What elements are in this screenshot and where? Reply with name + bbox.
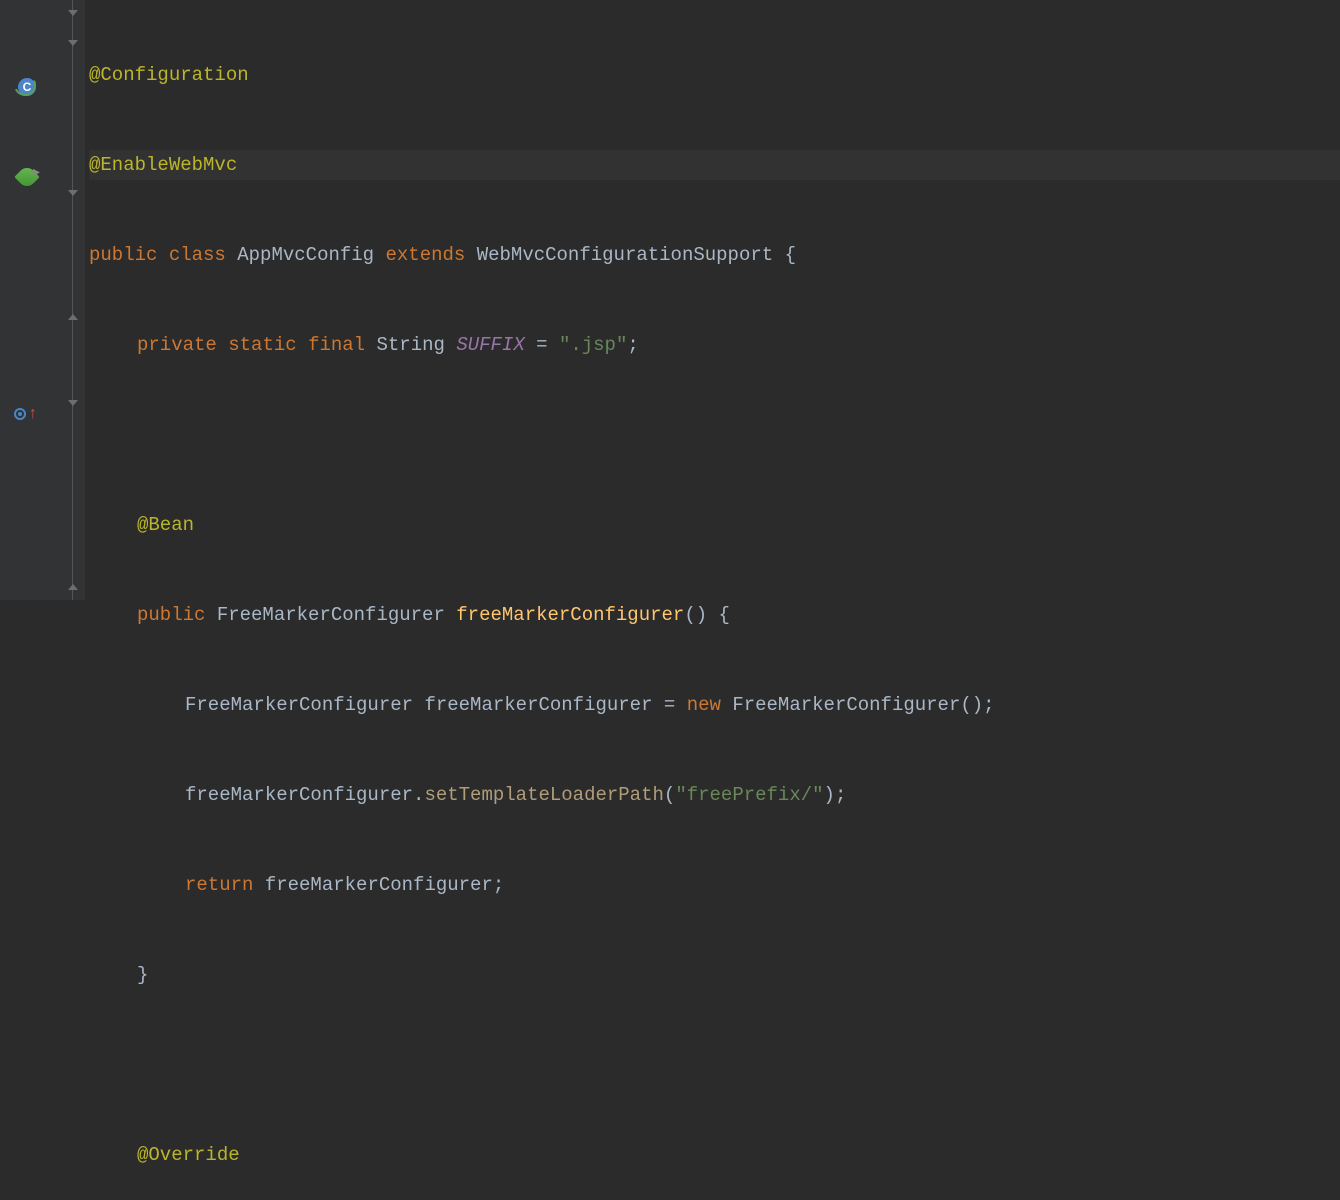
code-line: @Override [89, 1140, 1340, 1170]
fold-marker[interactable] [67, 189, 79, 201]
spring-bean-icon[interactable]: ▸ [18, 168, 36, 186]
fold-marker[interactable] [67, 39, 79, 51]
code-line: @Configuration [89, 60, 1340, 90]
blank-line [89, 420, 1340, 450]
fold-marker[interactable] [67, 399, 79, 411]
code-editor[interactable]: @Configuration @EnableWebMvc public clas… [85, 0, 1340, 600]
code-line: public class AppMvcConfig extends WebMvc… [89, 240, 1340, 270]
fold-line [72, 0, 73, 600]
fold-marker[interactable] [67, 9, 79, 21]
code-line: FreeMarkerConfigurer freeMarkerConfigure… [89, 690, 1340, 720]
override-icon[interactable]: ↑ [14, 406, 38, 422]
code-line: freeMarkerConfigurer.setTemplateLoaderPa… [89, 780, 1340, 810]
code-line: public FreeMarkerConfigurer freeMarkerCo… [89, 600, 1340, 630]
code-line: @EnableWebMvc [89, 150, 1340, 180]
code-line: @Bean [89, 510, 1340, 540]
blank-line [89, 1050, 1340, 1080]
code-line: return freeMarkerConfigurer; [89, 870, 1340, 900]
code-line: private static final String SUFFIX = ".j… [89, 330, 1340, 360]
fold-marker[interactable] [67, 579, 79, 591]
fold-marker[interactable] [67, 309, 79, 321]
spring-component-icon[interactable]: C [18, 78, 36, 96]
editor-gutter: C ▸ ↑ [0, 0, 85, 600]
code-line: } [89, 960, 1340, 990]
